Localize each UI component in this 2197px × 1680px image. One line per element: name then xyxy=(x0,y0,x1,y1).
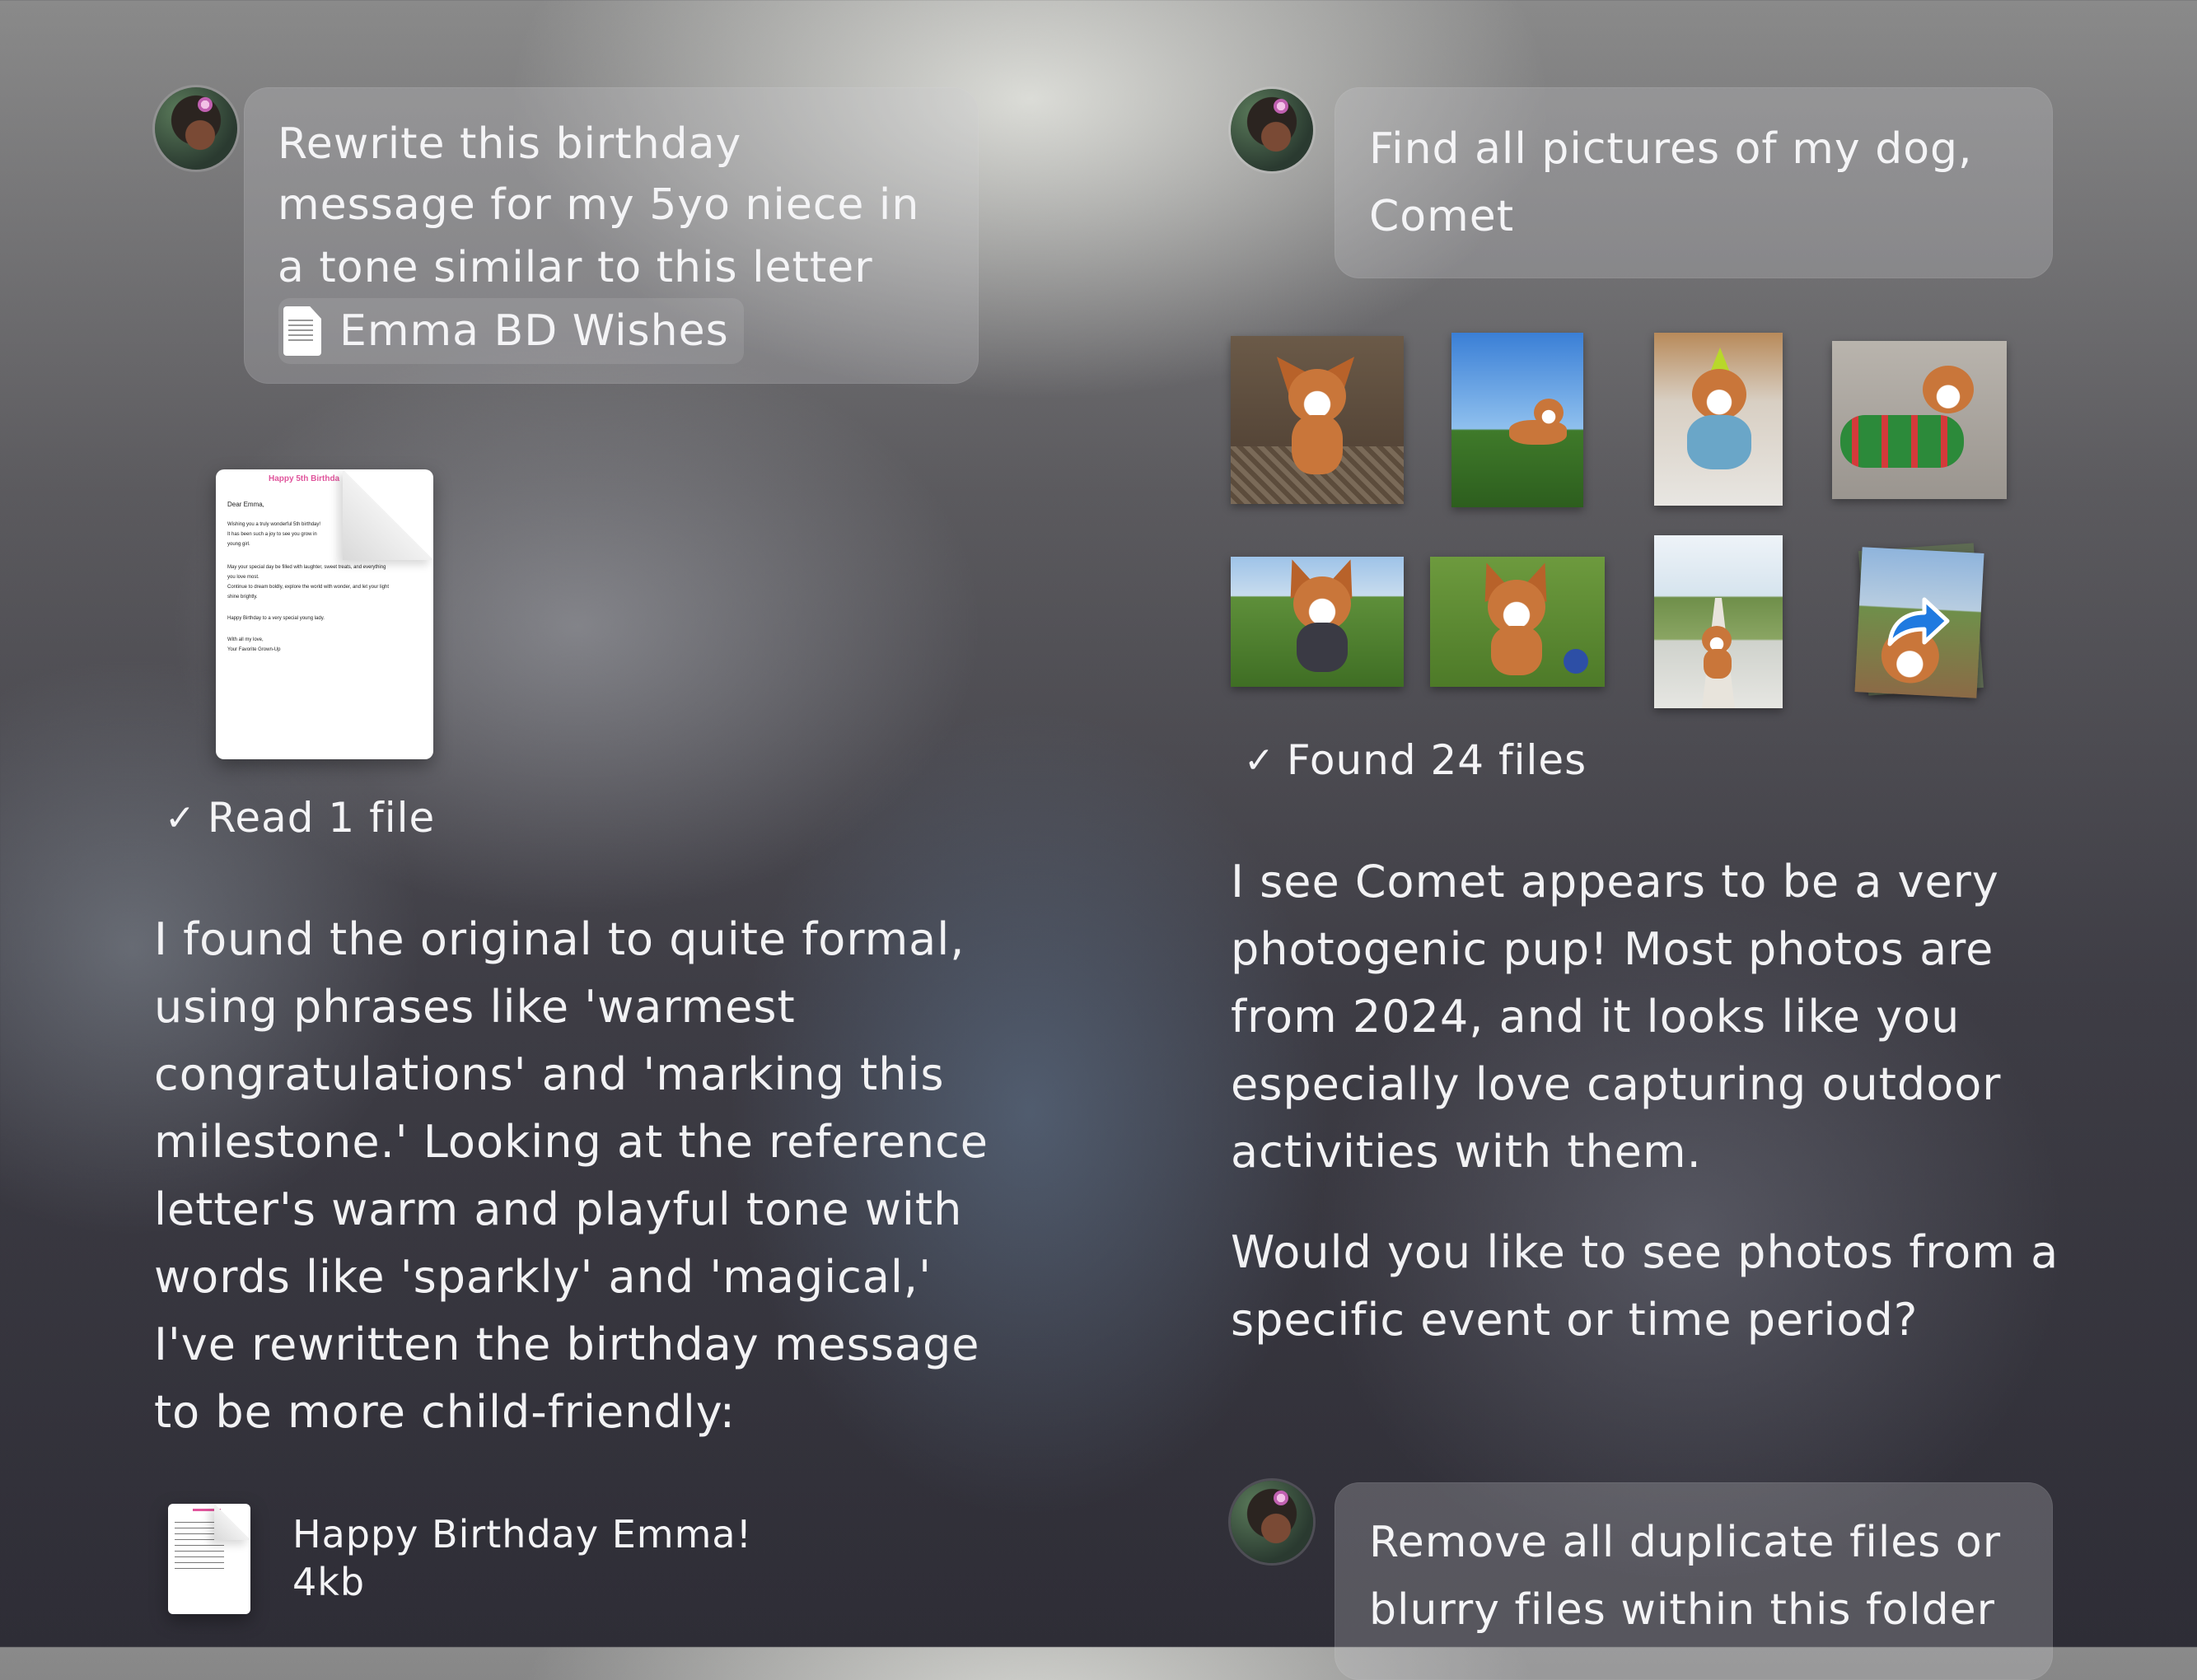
dog-photo[interactable] xyxy=(1231,336,1404,504)
doc-line: May your special day be filled with laug… xyxy=(227,565,386,570)
doc-line: With all my love, xyxy=(227,637,264,642)
document-icon xyxy=(283,306,321,356)
doc-line: Wishing you a truly wonderful 5th birthd… xyxy=(227,522,321,527)
doc-line: Dear Emma, xyxy=(227,501,264,508)
user-message-line: Comet xyxy=(1369,192,1515,241)
page-curl xyxy=(343,469,433,560)
attachment-label: Emma BD Wishes xyxy=(339,306,729,356)
response-line: letter's warm and playful tone with xyxy=(154,1183,963,1235)
found-status-label: Found 24 files xyxy=(1286,736,1587,784)
response-line: I found the original to quite formal, xyxy=(154,913,965,965)
result-file-name: Happy Birthday Emma! xyxy=(292,1512,753,1556)
response-line: words like 'sparkly' and 'magical,' xyxy=(154,1251,932,1303)
dog-photo[interactable] xyxy=(1832,341,2007,499)
user-avatar xyxy=(1231,89,1313,171)
read-status: ✓ Read 1 file xyxy=(165,794,435,842)
found-status: ✓ Found 24 files xyxy=(1244,736,1587,784)
flower-icon xyxy=(1274,1491,1288,1505)
user-message-bubble xyxy=(1335,87,2053,278)
dog-photo[interactable] xyxy=(1451,333,1583,507)
response-line: especially love capturing outdoor xyxy=(1231,1058,2002,1110)
ball xyxy=(1564,649,1588,674)
checkmark-icon: ✓ xyxy=(1244,739,1275,782)
response-line: Would you like to see photos from a xyxy=(1231,1226,2059,1278)
response-line: to be more child-friendly: xyxy=(154,1386,736,1438)
doc-line: you love most. xyxy=(227,575,259,580)
user-avatar xyxy=(155,87,237,170)
result-file-size: 4kb xyxy=(292,1560,366,1604)
doc-line: shine brightly. xyxy=(227,595,258,600)
document-preview[interactable]: Happy 5th Birthda Dear Emma, Wishing you… xyxy=(216,469,433,759)
response-line: congratulations' and 'marking this xyxy=(154,1048,945,1100)
user-avatar xyxy=(1231,1481,1313,1563)
share-arrow-icon xyxy=(1885,593,1951,651)
response-line: from 2024, and it looks like you xyxy=(1231,991,1961,1043)
response-line: I've rewritten the birthday message xyxy=(154,1318,980,1370)
checkmark-icon: ✓ xyxy=(165,796,196,839)
dog-photo[interactable] xyxy=(1654,333,1783,506)
user-message-line: message for my 5yo niece in xyxy=(278,180,920,230)
doc-line: Your Favorite Grown-Up xyxy=(227,647,281,652)
result-file-thumbnail xyxy=(168,1504,250,1614)
attachment-chip[interactable]: Emma BD Wishes xyxy=(278,298,744,364)
response-line: activities with them. xyxy=(1231,1126,1702,1178)
flower-icon xyxy=(198,97,213,112)
user-message-line: Remove all duplicate files or xyxy=(1369,1518,2002,1567)
response-line: milestone.' Looking at the reference xyxy=(154,1116,989,1168)
dog-photo[interactable] xyxy=(1654,535,1783,708)
user-message-line: blurry files within this folder xyxy=(1369,1585,1995,1635)
dog-photo[interactable] xyxy=(1231,557,1404,687)
response-line: using phrases like 'warmest xyxy=(154,981,796,1033)
user-message-line: a tone similar to this letter xyxy=(278,243,873,292)
page-curl xyxy=(214,1504,250,1540)
dog-photo[interactable] xyxy=(1430,557,1605,687)
doc-line: It has been such a joy to see you grow i… xyxy=(227,532,317,537)
response-line: I see Comet appears to be a very xyxy=(1231,856,1999,908)
read-status-label: Read 1 file xyxy=(207,794,436,842)
sweater-stripes xyxy=(1840,415,1964,468)
doc-line: young girl. xyxy=(227,542,250,547)
user-message-line: Find all pictures of my dog, xyxy=(1369,124,1973,174)
doc-title: Happy 5th Birthda xyxy=(269,474,340,483)
response-line: specific event or time period? xyxy=(1231,1294,1919,1346)
doc-line: Happy Birthday to a very special young l… xyxy=(227,616,325,621)
user-message-line: Rewrite this birthday xyxy=(278,119,742,169)
response-line: photogenic pup! Most photos are xyxy=(1231,923,1994,975)
flower-icon xyxy=(1274,99,1288,114)
doc-line: Continue to dream boldly, explore the wo… xyxy=(227,585,389,590)
